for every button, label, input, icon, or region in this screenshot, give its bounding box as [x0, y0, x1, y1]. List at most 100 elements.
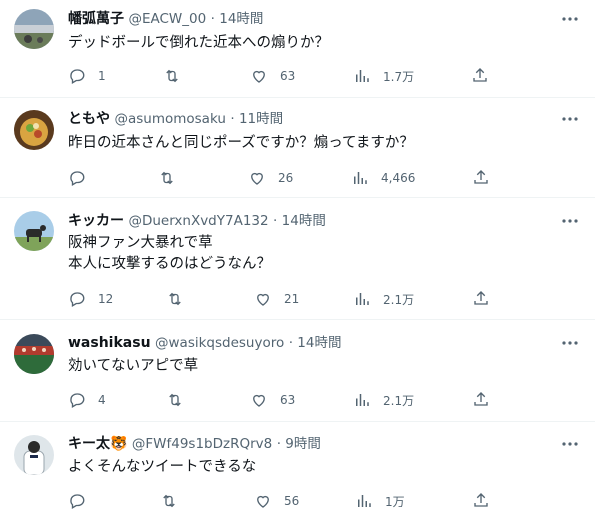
- timestamp[interactable]: 9時間: [285, 436, 321, 452]
- retweet-button[interactable]: [166, 289, 196, 309]
- action-bar: 26 4,466: [58, 168, 498, 188]
- tweet[interactable]: キー太🐯 @FWf49s1bDzRQrv8 · 9時間 よくそんなツイートできる…: [0, 422, 595, 519]
- avatar[interactable]: [14, 9, 54, 49]
- separator: ·: [273, 213, 282, 229]
- share-button[interactable]: [471, 66, 489, 84]
- display-name[interactable]: キッカー: [68, 213, 124, 229]
- tweet-text: デッドボールで倒れた近本への煽りか？: [68, 33, 329, 54]
- tweet-text-line: デッドボールで倒れた近本への煽りか？: [68, 35, 329, 51]
- more-icon[interactable]: [559, 332, 581, 354]
- retweet-icon: [169, 393, 181, 407]
- share-icon: [474, 291, 488, 305]
- like-count: 21: [284, 292, 300, 306]
- share-button[interactable]: [472, 491, 490, 509]
- timestamp[interactable]: 14時間: [297, 335, 341, 351]
- reply-count: 4: [98, 393, 106, 407]
- like-button[interactable]: 63: [250, 66, 295, 86]
- views-icon: [358, 495, 371, 507]
- share-button[interactable]: [472, 289, 490, 307]
- views-count: 2.1万: [383, 393, 415, 408]
- share-icon: [474, 493, 488, 507]
- timestamp[interactable]: 14時間: [219, 11, 263, 27]
- action-bar: 4 63 2.1万: [58, 390, 498, 410]
- like-count: 26: [278, 171, 294, 185]
- views-count: 1.7万: [383, 69, 415, 84]
- like-button[interactable]: 56: [254, 491, 299, 511]
- views-icon: [356, 394, 369, 406]
- timestamp[interactable]: 14時間: [282, 213, 326, 229]
- reply-button[interactable]: 1: [68, 66, 106, 86]
- separator: ·: [276, 436, 286, 452]
- retweet-button[interactable]: [158, 168, 188, 188]
- retweet-button[interactable]: [160, 491, 190, 511]
- reply-icon: [70, 292, 85, 307]
- retweet-button[interactable]: [166, 390, 196, 410]
- display-name[interactable]: 幡弧萬子: [68, 11, 124, 27]
- handle[interactable]: @asumomosaku: [114, 111, 225, 127]
- like-count: 56: [284, 494, 300, 508]
- tweet[interactable]: キッカー @DuerxnXvdY7A132 · 14時間 阪神ファン大暴れで草 …: [0, 198, 595, 320]
- more-icon[interactable]: [559, 108, 581, 130]
- tweet-text-line: 効いてないアピで草: [68, 358, 199, 374]
- like-button[interactable]: 21: [254, 289, 299, 309]
- tweet-text: 阪神ファン大暴れで草 本人に攻撃するのはどうなん？: [68, 233, 271, 275]
- share-icon: [473, 68, 487, 82]
- timestamp[interactable]: 11時間: [239, 111, 283, 127]
- views-count: 1万: [385, 494, 405, 509]
- retweet-icon: [161, 171, 173, 185]
- tweet-text: 効いてないアピで草: [68, 356, 198, 377]
- like-icon: [257, 293, 269, 306]
- views-icon: [356, 70, 369, 82]
- share-button[interactable]: [472, 390, 490, 408]
- like-icon: [257, 495, 269, 508]
- separator: ·: [210, 11, 220, 27]
- display-name[interactable]: washikasu: [68, 335, 151, 351]
- reply-button[interactable]: 12: [68, 289, 113, 309]
- handle[interactable]: @wasikqsdesuyoro: [155, 335, 284, 351]
- views-button[interactable]: 2.1万: [353, 289, 414, 309]
- more-icon[interactable]: [559, 210, 581, 232]
- like-count: 63: [280, 69, 296, 83]
- tweet-text-line: よくそんなツイートできるな: [68, 459, 257, 475]
- tweet[interactable]: washikasu @wasikqsdesuyoro · 14時間 効いてないア…: [0, 320, 595, 422]
- reply-icon: [70, 494, 85, 509]
- avatar[interactable]: [14, 334, 54, 374]
- reply-button[interactable]: [68, 491, 98, 511]
- avatar[interactable]: [14, 435, 54, 475]
- views-icon: [354, 172, 367, 184]
- views-button[interactable]: 4,466: [351, 168, 415, 188]
- handle[interactable]: @DuerxnXvdY7A132: [128, 213, 268, 229]
- tweet[interactable]: 幡弧萬子 @EACW_00 · 14時間 デッドボールで倒れた近本への煽りか？ …: [0, 0, 595, 98]
- views-button[interactable]: 1万: [355, 491, 405, 511]
- retweet-icon: [169, 292, 181, 306]
- handle[interactable]: @EACW_00: [128, 11, 206, 27]
- like-button[interactable]: 26: [248, 168, 293, 188]
- avatar[interactable]: [14, 110, 54, 150]
- separator: ·: [288, 335, 298, 351]
- retweet-icon: [166, 69, 178, 83]
- reply-button[interactable]: [68, 168, 98, 188]
- tweet-header: キー太🐯 @FWf49s1bDzRQrv8 · 9時間: [68, 435, 321, 453]
- display-name[interactable]: ともや: [68, 111, 110, 127]
- share-button[interactable]: [472, 168, 490, 186]
- tweet-header: 幡弧萬子 @EACW_00 · 14時間: [68, 10, 263, 28]
- more-icon[interactable]: [559, 433, 581, 455]
- avatar[interactable]: [14, 211, 54, 251]
- tweet-text: よくそんなツイートできるな: [68, 457, 256, 478]
- like-icon: [253, 70, 265, 83]
- display-name[interactable]: キー太🐯: [68, 436, 127, 452]
- views-button[interactable]: 1.7万: [353, 66, 414, 86]
- handle[interactable]: @FWf49s1bDzRQrv8: [132, 436, 272, 452]
- tweet-text-line: 阪神ファン大暴れで草: [68, 235, 213, 251]
- share-icon: [474, 392, 488, 406]
- tweet[interactable]: ともや @asumomosaku · 11時間 昨日の近本さんと同じポーズですか…: [0, 98, 595, 198]
- views-count: 2.1万: [383, 292, 415, 307]
- retweet-button[interactable]: [163, 66, 193, 86]
- like-button[interactable]: 63: [250, 390, 295, 410]
- more-icon[interactable]: [559, 8, 581, 30]
- views-count: 4,466: [381, 171, 416, 185]
- reply-button[interactable]: 4: [68, 390, 106, 410]
- action-bar: 56 1万: [58, 491, 498, 511]
- retweet-icon: [163, 494, 175, 508]
- views-button[interactable]: 2.1万: [353, 390, 414, 410]
